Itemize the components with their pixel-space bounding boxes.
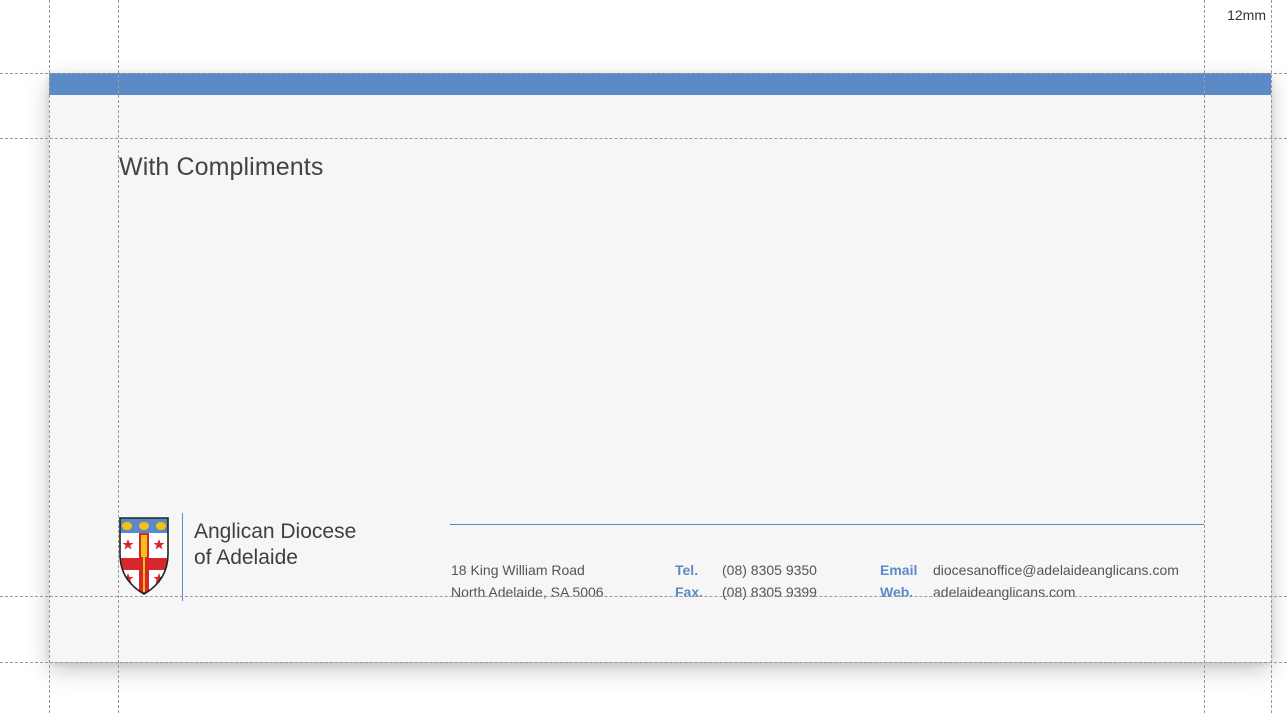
guide-margin-bottom: [0, 596, 1287, 597]
logo-divider: [182, 513, 183, 601]
organisation-name-line1: Anglican Diocese: [194, 520, 357, 543]
fax-label: Fax.: [675, 584, 704, 600]
tel-label: Tel.: [675, 562, 699, 578]
web-label: Web.: [880, 584, 914, 600]
compliments-slip: With Compliments Anglican Diocese of Ade…: [49, 73, 1271, 662]
email-label: Email: [880, 562, 918, 578]
guide-bleed-bottom: [0, 662, 1287, 663]
contact-divider: [450, 524, 1204, 525]
fax-number: (08) 8305 9399: [722, 584, 817, 600]
guide-margin-top: [0, 138, 1287, 139]
guide-bleed-right: [1271, 0, 1272, 713]
header-color-bar: [49, 73, 1271, 95]
guide-margin-left: [118, 0, 119, 713]
address-line2: North Adelaide, SA 5006: [451, 584, 604, 600]
email-address: diocesanoffice@adelaideanglicans.com: [933, 562, 1179, 578]
address-line1: 18 King William Road: [451, 562, 585, 578]
tel-number: (08) 8305 9350: [722, 562, 817, 578]
guide-margin-right: [1204, 0, 1205, 713]
slip-title: With Compliments: [119, 153, 324, 181]
guide-bleed-top: [0, 73, 1287, 74]
organisation-name-line2: of Adelaide: [194, 546, 298, 569]
margin-measurement-label: 12mm: [1227, 7, 1266, 23]
guide-bleed-left: [49, 0, 50, 713]
diocese-coat-of-arms-icon: [119, 517, 169, 595]
organisation-name: Anglican Diocese of Adelaide: [194, 519, 356, 571]
website-address: adelaideanglicans.com: [933, 584, 1076, 600]
